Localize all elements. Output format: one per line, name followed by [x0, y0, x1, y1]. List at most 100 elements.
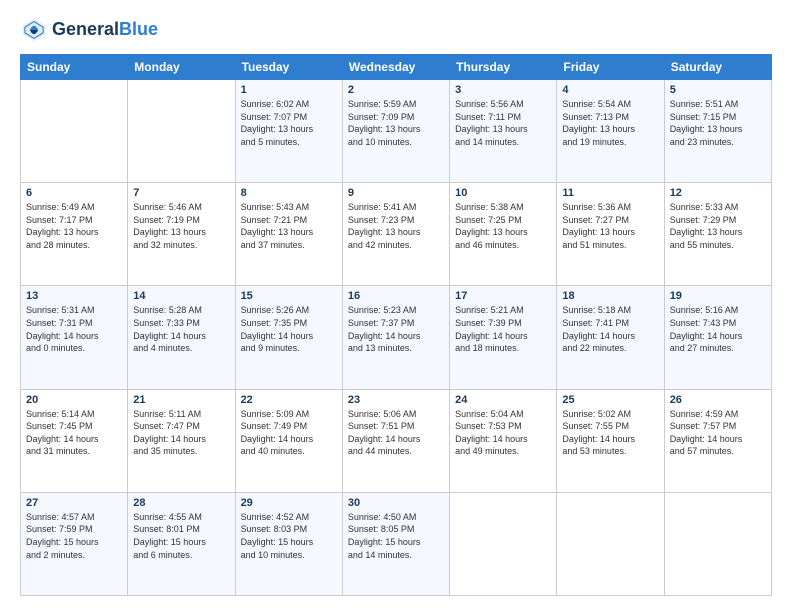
day-cell: 28 Sunrise: 4:55 AM Sunset: 8:01 PM Dayli…: [128, 492, 235, 595]
day-cell: 19 Sunrise: 5:16 AM Sunset: 7:43 PM Dayli…: [664, 286, 771, 389]
day-number: 24: [455, 394, 551, 406]
day-cell: 13 Sunrise: 5:31 AM Sunset: 7:31 PM Dayli…: [21, 286, 128, 389]
day-number: 28: [133, 497, 229, 509]
day-cell: 21 Sunrise: 5:11 AM Sunset: 7:47 PM Dayli…: [128, 389, 235, 492]
day-cell: 23Sunrise: 5:06 AM Sunset: 7:51 PM Dayli…: [342, 389, 449, 492]
day-number: 30: [348, 497, 444, 509]
day-info: Sunrise: 5:54 AM Sunset: 7:13 PM Dayligh…: [562, 98, 658, 148]
day-number: 29: [241, 497, 337, 509]
day-info: Sunrise: 5:21 AM Sunset: 7:39 PM Dayligh…: [455, 304, 551, 354]
page: GeneralBlue SundayMondayTuesdayWednesday…: [0, 0, 792, 612]
day-cell: 1 Sunrise: 6:02 AM Sunset: 7:07 PM Daylig…: [235, 80, 342, 183]
day-info: Sunrise: 4:52 AM Sunset: 8:03 PM Dayligh…: [241, 511, 337, 561]
day-cell: 29 Sunrise: 4:52 AM Sunset: 8:03 PM Dayli…: [235, 492, 342, 595]
day-number: 21: [133, 394, 229, 406]
day-number: 2: [348, 84, 444, 96]
day-number: 7: [133, 187, 229, 199]
day-info: Sunrise: 5:38 AM Sunset: 7:25 PM Dayligh…: [455, 201, 551, 251]
day-info: Sunrise: 5:31 AM Sunset: 7:31 PM Dayligh…: [26, 304, 122, 354]
day-cell: 25 Sunrise: 5:02 AM Sunset: 7:55 PM Dayli…: [557, 389, 664, 492]
day-info: Sunrise: 5:41 AM Sunset: 7:23 PM Dayligh…: [348, 201, 444, 251]
day-number: 9: [348, 187, 444, 199]
day-info: Sunrise: 5:18 AM Sunset: 7:41 PM Dayligh…: [562, 304, 658, 354]
day-number: 11: [562, 187, 658, 199]
day-cell: 24 Sunrise: 5:04 AM Sunset: 7:53 PM Dayli…: [450, 389, 557, 492]
weekday-header-friday: Friday: [557, 55, 664, 80]
day-cell: [450, 492, 557, 595]
day-info: Sunrise: 5:59 AM Sunset: 7:09 PM Dayligh…: [348, 98, 444, 148]
day-number: 5: [670, 84, 766, 96]
weekday-header-row: SundayMondayTuesdayWednesdayThursdayFrid…: [21, 55, 772, 80]
day-number: 19: [670, 290, 766, 302]
day-cell: [128, 80, 235, 183]
weekday-header-wednesday: Wednesday: [342, 55, 449, 80]
day-cell: 9 Sunrise: 5:41 AM Sunset: 7:23 PM Daylig…: [342, 183, 449, 286]
day-cell: 11 Sunrise: 5:36 AM Sunset: 7:27 PM Dayli…: [557, 183, 664, 286]
day-cell: 7 Sunrise: 5:46 AM Sunset: 7:19 PM Daylig…: [128, 183, 235, 286]
day-info: Sunrise: 4:55 AM Sunset: 8:01 PM Dayligh…: [133, 511, 229, 561]
day-cell: 10 Sunrise: 5:38 AM Sunset: 7:25 PM Dayli…: [450, 183, 557, 286]
day-info: Sunrise: 5:56 AM Sunset: 7:11 PM Dayligh…: [455, 98, 551, 148]
day-info: Sunrise: 4:50 AM Sunset: 8:05 PM Dayligh…: [348, 511, 444, 561]
day-cell: 2 Sunrise: 5:59 AM Sunset: 7:09 PM Daylig…: [342, 80, 449, 183]
day-number: 3: [455, 84, 551, 96]
day-info: Sunrise: 5:28 AM Sunset: 7:33 PM Dayligh…: [133, 304, 229, 354]
week-row-2: 6 Sunrise: 5:49 AM Sunset: 7:17 PM Daylig…: [21, 183, 772, 286]
logo: GeneralBlue: [20, 16, 158, 44]
weekday-header-saturday: Saturday: [664, 55, 771, 80]
day-cell: 17 Sunrise: 5:21 AM Sunset: 7:39 PM Dayli…: [450, 286, 557, 389]
week-row-5: 27 Sunrise: 4:57 AM Sunset: 7:59 PM Dayli…: [21, 492, 772, 595]
day-number: 25: [562, 394, 658, 406]
day-cell: 15 Sunrise: 5:26 AM Sunset: 7:35 PM Dayli…: [235, 286, 342, 389]
day-cell: [664, 492, 771, 595]
day-number: 13: [26, 290, 122, 302]
week-row-1: 1 Sunrise: 6:02 AM Sunset: 7:07 PM Daylig…: [21, 80, 772, 183]
day-number: 6: [26, 187, 122, 199]
day-info: Sunrise: 5:49 AM Sunset: 7:17 PM Dayligh…: [26, 201, 122, 251]
day-info: Sunrise: 5:43 AM Sunset: 7:21 PM Dayligh…: [241, 201, 337, 251]
day-info: Sunrise: 5:51 AM Sunset: 7:15 PM Dayligh…: [670, 98, 766, 148]
day-info: Sunrise: 5:16 AM Sunset: 7:43 PM Dayligh…: [670, 304, 766, 354]
weekday-header-sunday: Sunday: [21, 55, 128, 80]
day-info: Sunrise: 5:46 AM Sunset: 7:19 PM Dayligh…: [133, 201, 229, 251]
day-info: Sunrise: 5:02 AM Sunset: 7:55 PM Dayligh…: [562, 408, 658, 458]
day-number: 15: [241, 290, 337, 302]
day-cell: 4 Sunrise: 5:54 AM Sunset: 7:13 PM Daylig…: [557, 80, 664, 183]
day-info: Sunrise: 5:23 AM Sunset: 7:37 PM Dayligh…: [348, 304, 444, 354]
day-number: 27: [26, 497, 122, 509]
day-number: 20: [26, 394, 122, 406]
logo-text: GeneralBlue: [52, 20, 158, 40]
week-row-4: 20 Sunrise: 5:14 AM Sunset: 7:45 PM Dayli…: [21, 389, 772, 492]
weekday-header-monday: Monday: [128, 55, 235, 80]
day-info: Sunrise: 5:14 AM Sunset: 7:45 PM Dayligh…: [26, 408, 122, 458]
day-number: 8: [241, 187, 337, 199]
day-info: Sunrise: 6:02 AM Sunset: 7:07 PM Dayligh…: [241, 98, 337, 148]
day-number: 12: [670, 187, 766, 199]
day-number: 4: [562, 84, 658, 96]
day-info: Sunrise: 5:36 AM Sunset: 7:27 PM Dayligh…: [562, 201, 658, 251]
day-number: 10: [455, 187, 551, 199]
day-cell: 22 Sunrise: 5:09 AM Sunset: 7:49 PM Dayli…: [235, 389, 342, 492]
week-row-3: 13 Sunrise: 5:31 AM Sunset: 7:31 PM Dayli…: [21, 286, 772, 389]
day-cell: 5 Sunrise: 5:51 AM Sunset: 7:15 PM Daylig…: [664, 80, 771, 183]
day-info: Sunrise: 4:59 AM Sunset: 7:57 PM Dayligh…: [670, 408, 766, 458]
day-number: 17: [455, 290, 551, 302]
day-cell: [557, 492, 664, 595]
day-info: Sunrise: 5:04 AM Sunset: 7:53 PM Dayligh…: [455, 408, 551, 458]
day-number: 1: [241, 84, 337, 96]
day-cell: 12Sunrise: 5:33 AM Sunset: 7:29 PM Dayli…: [664, 183, 771, 286]
day-info: Sunrise: 5:11 AM Sunset: 7:47 PM Dayligh…: [133, 408, 229, 458]
logo-icon: [20, 16, 48, 44]
day-cell: 30 Sunrise: 4:50 AM Sunset: 8:05 PM Dayli…: [342, 492, 449, 595]
day-number: 18: [562, 290, 658, 302]
day-number: 22: [241, 394, 337, 406]
day-info: Sunrise: 5:09 AM Sunset: 7:49 PM Dayligh…: [241, 408, 337, 458]
day-info: Sunrise: 5:26 AM Sunset: 7:35 PM Dayligh…: [241, 304, 337, 354]
day-cell: 8 Sunrise: 5:43 AM Sunset: 7:21 PM Daylig…: [235, 183, 342, 286]
calendar: SundayMondayTuesdayWednesdayThursdayFrid…: [20, 54, 772, 596]
day-cell: 6 Sunrise: 5:49 AM Sunset: 7:17 PM Daylig…: [21, 183, 128, 286]
weekday-header-tuesday: Tuesday: [235, 55, 342, 80]
day-info: Sunrise: 4:57 AM Sunset: 7:59 PM Dayligh…: [26, 511, 122, 561]
day-cell: 18 Sunrise: 5:18 AM Sunset: 7:41 PM Dayli…: [557, 286, 664, 389]
weekday-header-thursday: Thursday: [450, 55, 557, 80]
